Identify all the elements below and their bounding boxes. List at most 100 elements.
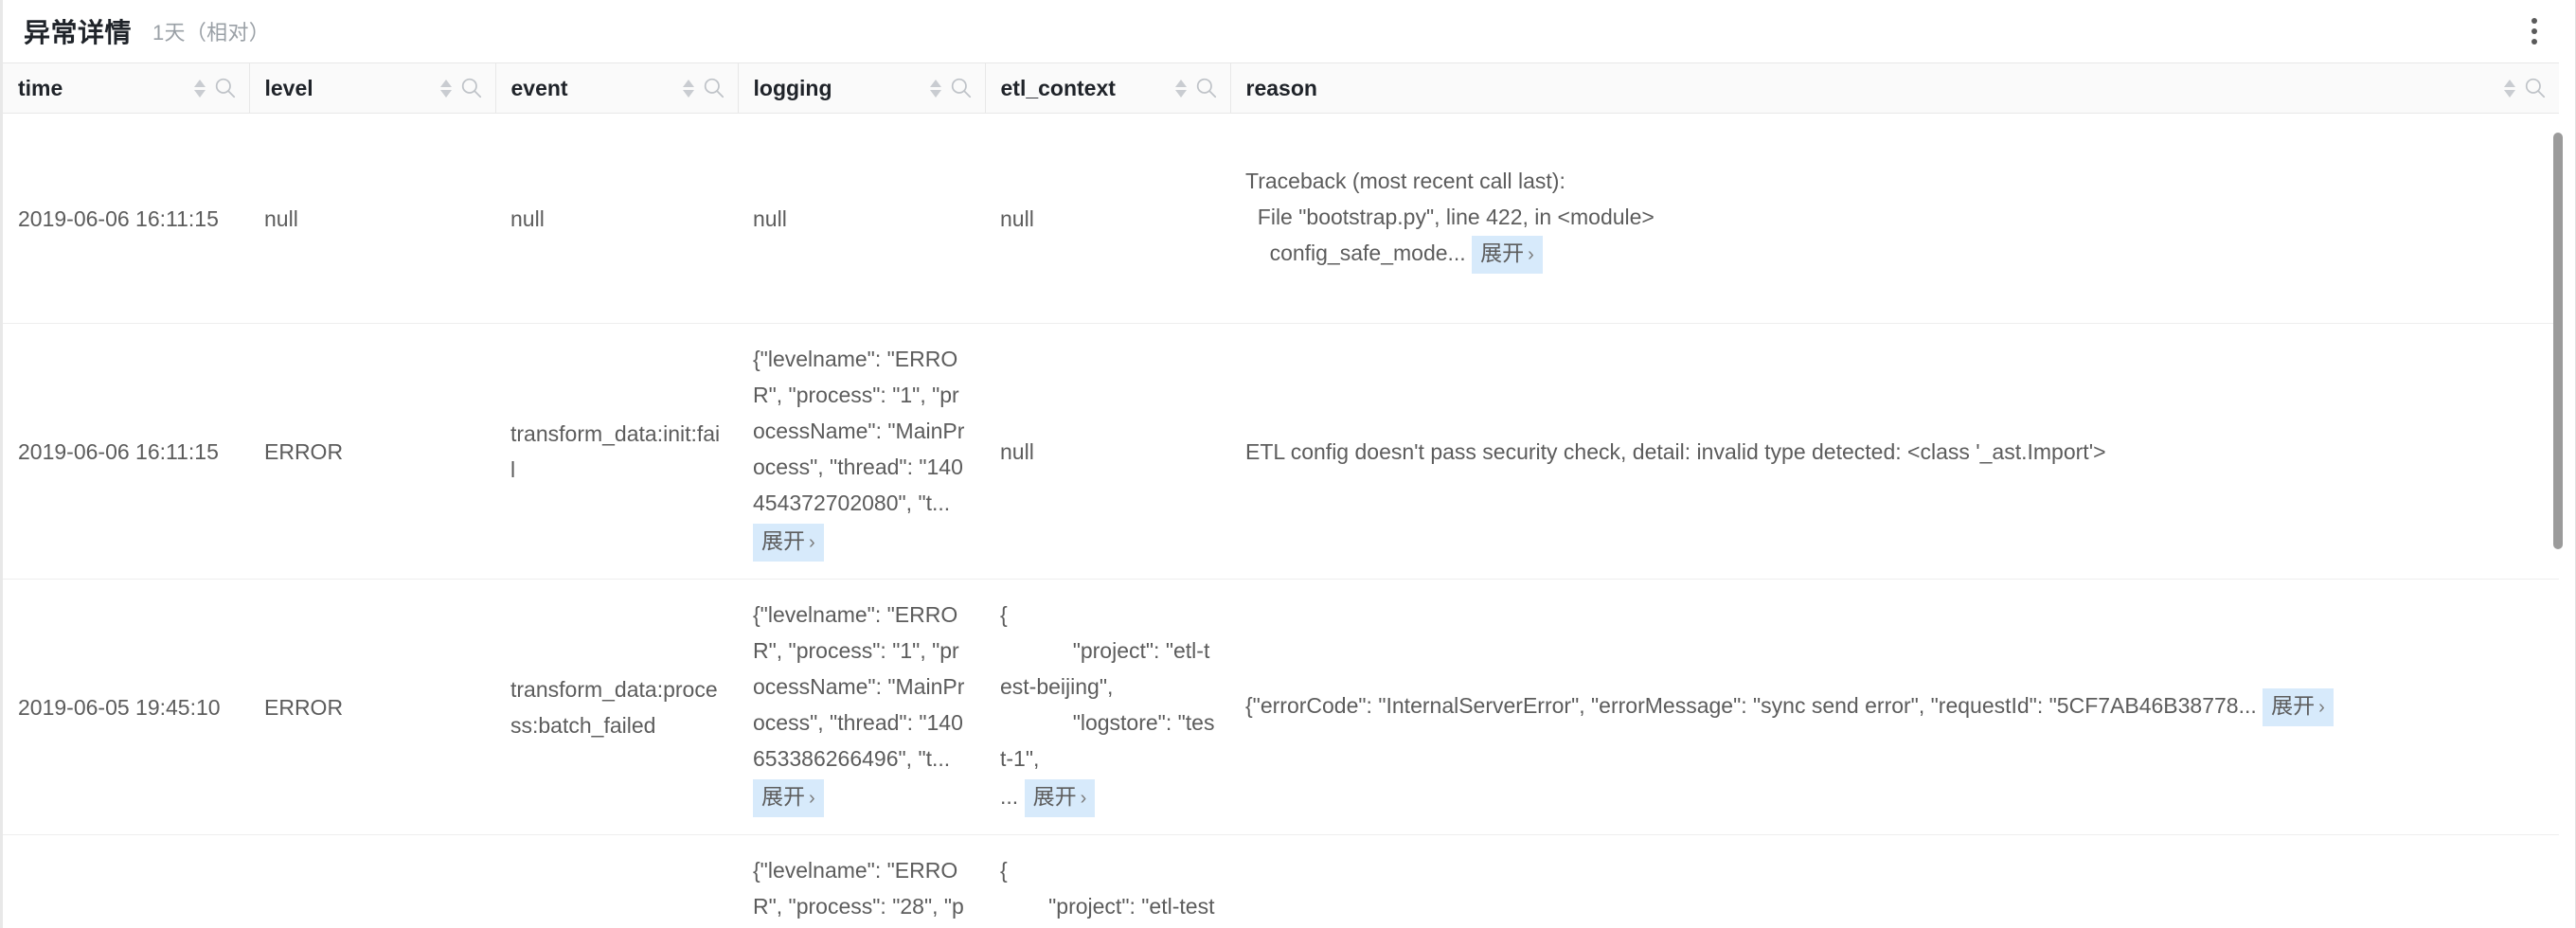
column-header-event[interactable]: event: [495, 62, 739, 114]
cell-level: ERROR: [249, 834, 495, 928]
sort-icon[interactable]: [1173, 79, 1189, 98]
sort-descending-icon: [193, 89, 206, 98]
cell-reason: {"errorCode": "InternalServerError", "er…: [1230, 579, 2559, 835]
column-header-logging[interactable]: logging: [738, 62, 986, 114]
cell-logging: null: [738, 113, 985, 324]
column-header-inner: time: [18, 63, 238, 113]
expand-button-reason[interactable]: 展开 ›: [1472, 236, 1543, 274]
sort-ascending-icon: [1174, 79, 1187, 87]
column-header-label: event: [510, 75, 568, 100]
cell-time: 2019-06-05 19:45:10: [3, 579, 249, 835]
column-header-tools: [431, 76, 484, 100]
sort-icon[interactable]: [928, 79, 943, 98]
expand-button-label: 展开: [761, 528, 805, 553]
cell-etl-context: null: [985, 323, 1230, 580]
cell-level: null: [249, 113, 495, 324]
sort-descending-icon: [2504, 89, 2515, 98]
kebab-menu-icon[interactable]: [2517, 12, 2551, 50]
cell-reason: {"errorCode": "InternalServerError", "er…: [1230, 834, 2559, 928]
expand-button-label: 展开: [1480, 241, 1525, 265]
expand-button-label: 展开: [2271, 693, 2316, 718]
column-header-level[interactable]: level: [249, 62, 496, 114]
table-body: 2019-06-06 16:11:15 null null null null Trace…: [3, 113, 2559, 928]
table-row[interactable]: 2019-06-05 19:45:10 ERROR transform_data:p…: [3, 579, 2559, 835]
cell-event: null: [495, 113, 738, 324]
anomaly-detail-panel: 异常详情 1天（相对） time level event logging etl_con…: [0, 0, 2576, 928]
column-header-reason[interactable]: reason: [1230, 62, 2559, 114]
sort-ascending-icon: [929, 79, 941, 87]
expand-button-logging[interactable]: 展开 ›: [753, 779, 824, 817]
column-header-tools: [673, 76, 726, 100]
sort-icon[interactable]: [192, 79, 207, 98]
table-row[interactable]: 2019-06-06 16:11:15 ERROR transform_data:i…: [3, 323, 2559, 580]
search-icon[interactable]: [1194, 76, 1219, 100]
expand-button-logging[interactable]: 展开 ›: [753, 524, 824, 562]
column-header-inner: reason: [1246, 63, 2549, 113]
cell-reason-text: ETL config doesn't pass security check, …: [1245, 438, 2106, 464]
column-header-tools: [921, 76, 974, 100]
chevron-right-icon: ›: [809, 788, 815, 809]
column-header-label: level: [264, 75, 313, 100]
chevron-right-icon: ›: [1080, 788, 1087, 809]
search-icon[interactable]: [459, 76, 484, 100]
expand-row-etl-context: ... 展开 ›: [1000, 778, 1215, 817]
search-icon[interactable]: [949, 76, 974, 100]
search-icon[interactable]: [213, 76, 238, 100]
column-header-label: logging: [753, 75, 832, 100]
page-title: 异常详情: [24, 18, 133, 47]
expand-row-logging: 展开 ›: [753, 523, 970, 562]
column-header-time[interactable]: time: [3, 62, 250, 114]
cell-reason: Traceback (most recent call last): File …: [1230, 113, 2559, 324]
sort-icon[interactable]: [2502, 79, 2517, 98]
sort-icon[interactable]: [438, 79, 454, 98]
chevron-right-icon: ›: [2318, 697, 2325, 718]
search-icon[interactable]: [2523, 76, 2548, 100]
column-header-inner: level: [265, 63, 484, 113]
expand-button-etl-context[interactable]: 展开 ›: [1024, 779, 1096, 817]
search-icon[interactable]: [702, 76, 726, 100]
vertical-scrollbar-track[interactable]: [2553, 62, 2563, 928]
cell-level: ERROR: [249, 323, 495, 580]
cell-logging-text: {"levelname": "ERROR", "process": "1", "…: [753, 347, 965, 515]
expand-button-label: 展开: [761, 784, 805, 809]
cell-etl-context-text: { "project": "etl-test-beijing", "logsto…: [1000, 858, 1215, 919]
time-range-label: 1天（相对）: [152, 21, 271, 45]
vertical-scrollbar-thumb[interactable]: [2553, 133, 2563, 549]
cell-logging: {"levelname": "ERROR", "process": "28", …: [738, 834, 985, 928]
cell-reason-text: {"errorCode": "InternalServerError", "er…: [1245, 693, 2263, 718]
cell-time: 2019-06-06 16:11:15: [3, 323, 249, 580]
kebab-dot-1: [2531, 18, 2537, 24]
column-header-etl_context[interactable]: etl_context: [985, 62, 1231, 114]
anomaly-detail-table: time level event logging etl_context reason 2…: [3, 62, 2559, 928]
sort-icon[interactable]: [681, 79, 696, 98]
cell-logging: {"levelname": "ERROR", "process": "1", "…: [738, 579, 985, 835]
sort-descending-icon: [929, 89, 941, 98]
cell-time: 2019-06-05 19:45:09: [3, 834, 249, 928]
expand-row-logging: 展开 ›: [753, 778, 970, 817]
chevron-right-icon: ›: [809, 532, 815, 553]
cell-etl-context-text: { "project": "etl-test-beijing", "logsto…: [1000, 602, 1215, 771]
sort-descending-icon: [1174, 89, 1187, 98]
column-header-tools: [185, 76, 238, 100]
column-header-label: etl_context: [1000, 75, 1116, 100]
cell-etl-context-text: null: [1000, 438, 1034, 464]
table-scroll-container[interactable]: time level event logging etl_context reason 2…: [3, 62, 2576, 928]
column-header-label: time: [18, 75, 63, 100]
expand-button-label: 展开: [1032, 784, 1077, 809]
cell-reason-text: Traceback (most recent call last): File …: [1245, 169, 1655, 265]
cell-time: 2019-06-06 16:11:15: [3, 113, 249, 324]
cell-logging-text: null: [753, 205, 787, 231]
truncation-ellipsis: ...: [1000, 784, 1019, 809]
sort-ascending-icon: [193, 79, 206, 87]
sort-descending-icon: [682, 89, 694, 98]
cell-event: transform_data:init:fail: [495, 323, 738, 580]
column-header-inner: event: [511, 63, 726, 113]
expand-button-reason[interactable]: 展开 ›: [2263, 688, 2334, 726]
column-header-label: reason: [1245, 75, 1317, 100]
table-row[interactable]: 2019-06-05 19:45:09ERRORtransformdata:pr…: [3, 834, 2559, 928]
kebab-dot-3: [2531, 39, 2537, 45]
table-row[interactable]: 2019-06-06 16:11:15 null null null null Trace…: [3, 113, 2559, 324]
table-header-row: time level event logging etl_context reason: [3, 62, 2559, 114]
cell-logging-text: {"levelname": "ERROR", "process": "28", …: [753, 858, 964, 919]
cell-logging-text: {"levelname": "ERROR", "process": "1", "…: [753, 602, 965, 771]
